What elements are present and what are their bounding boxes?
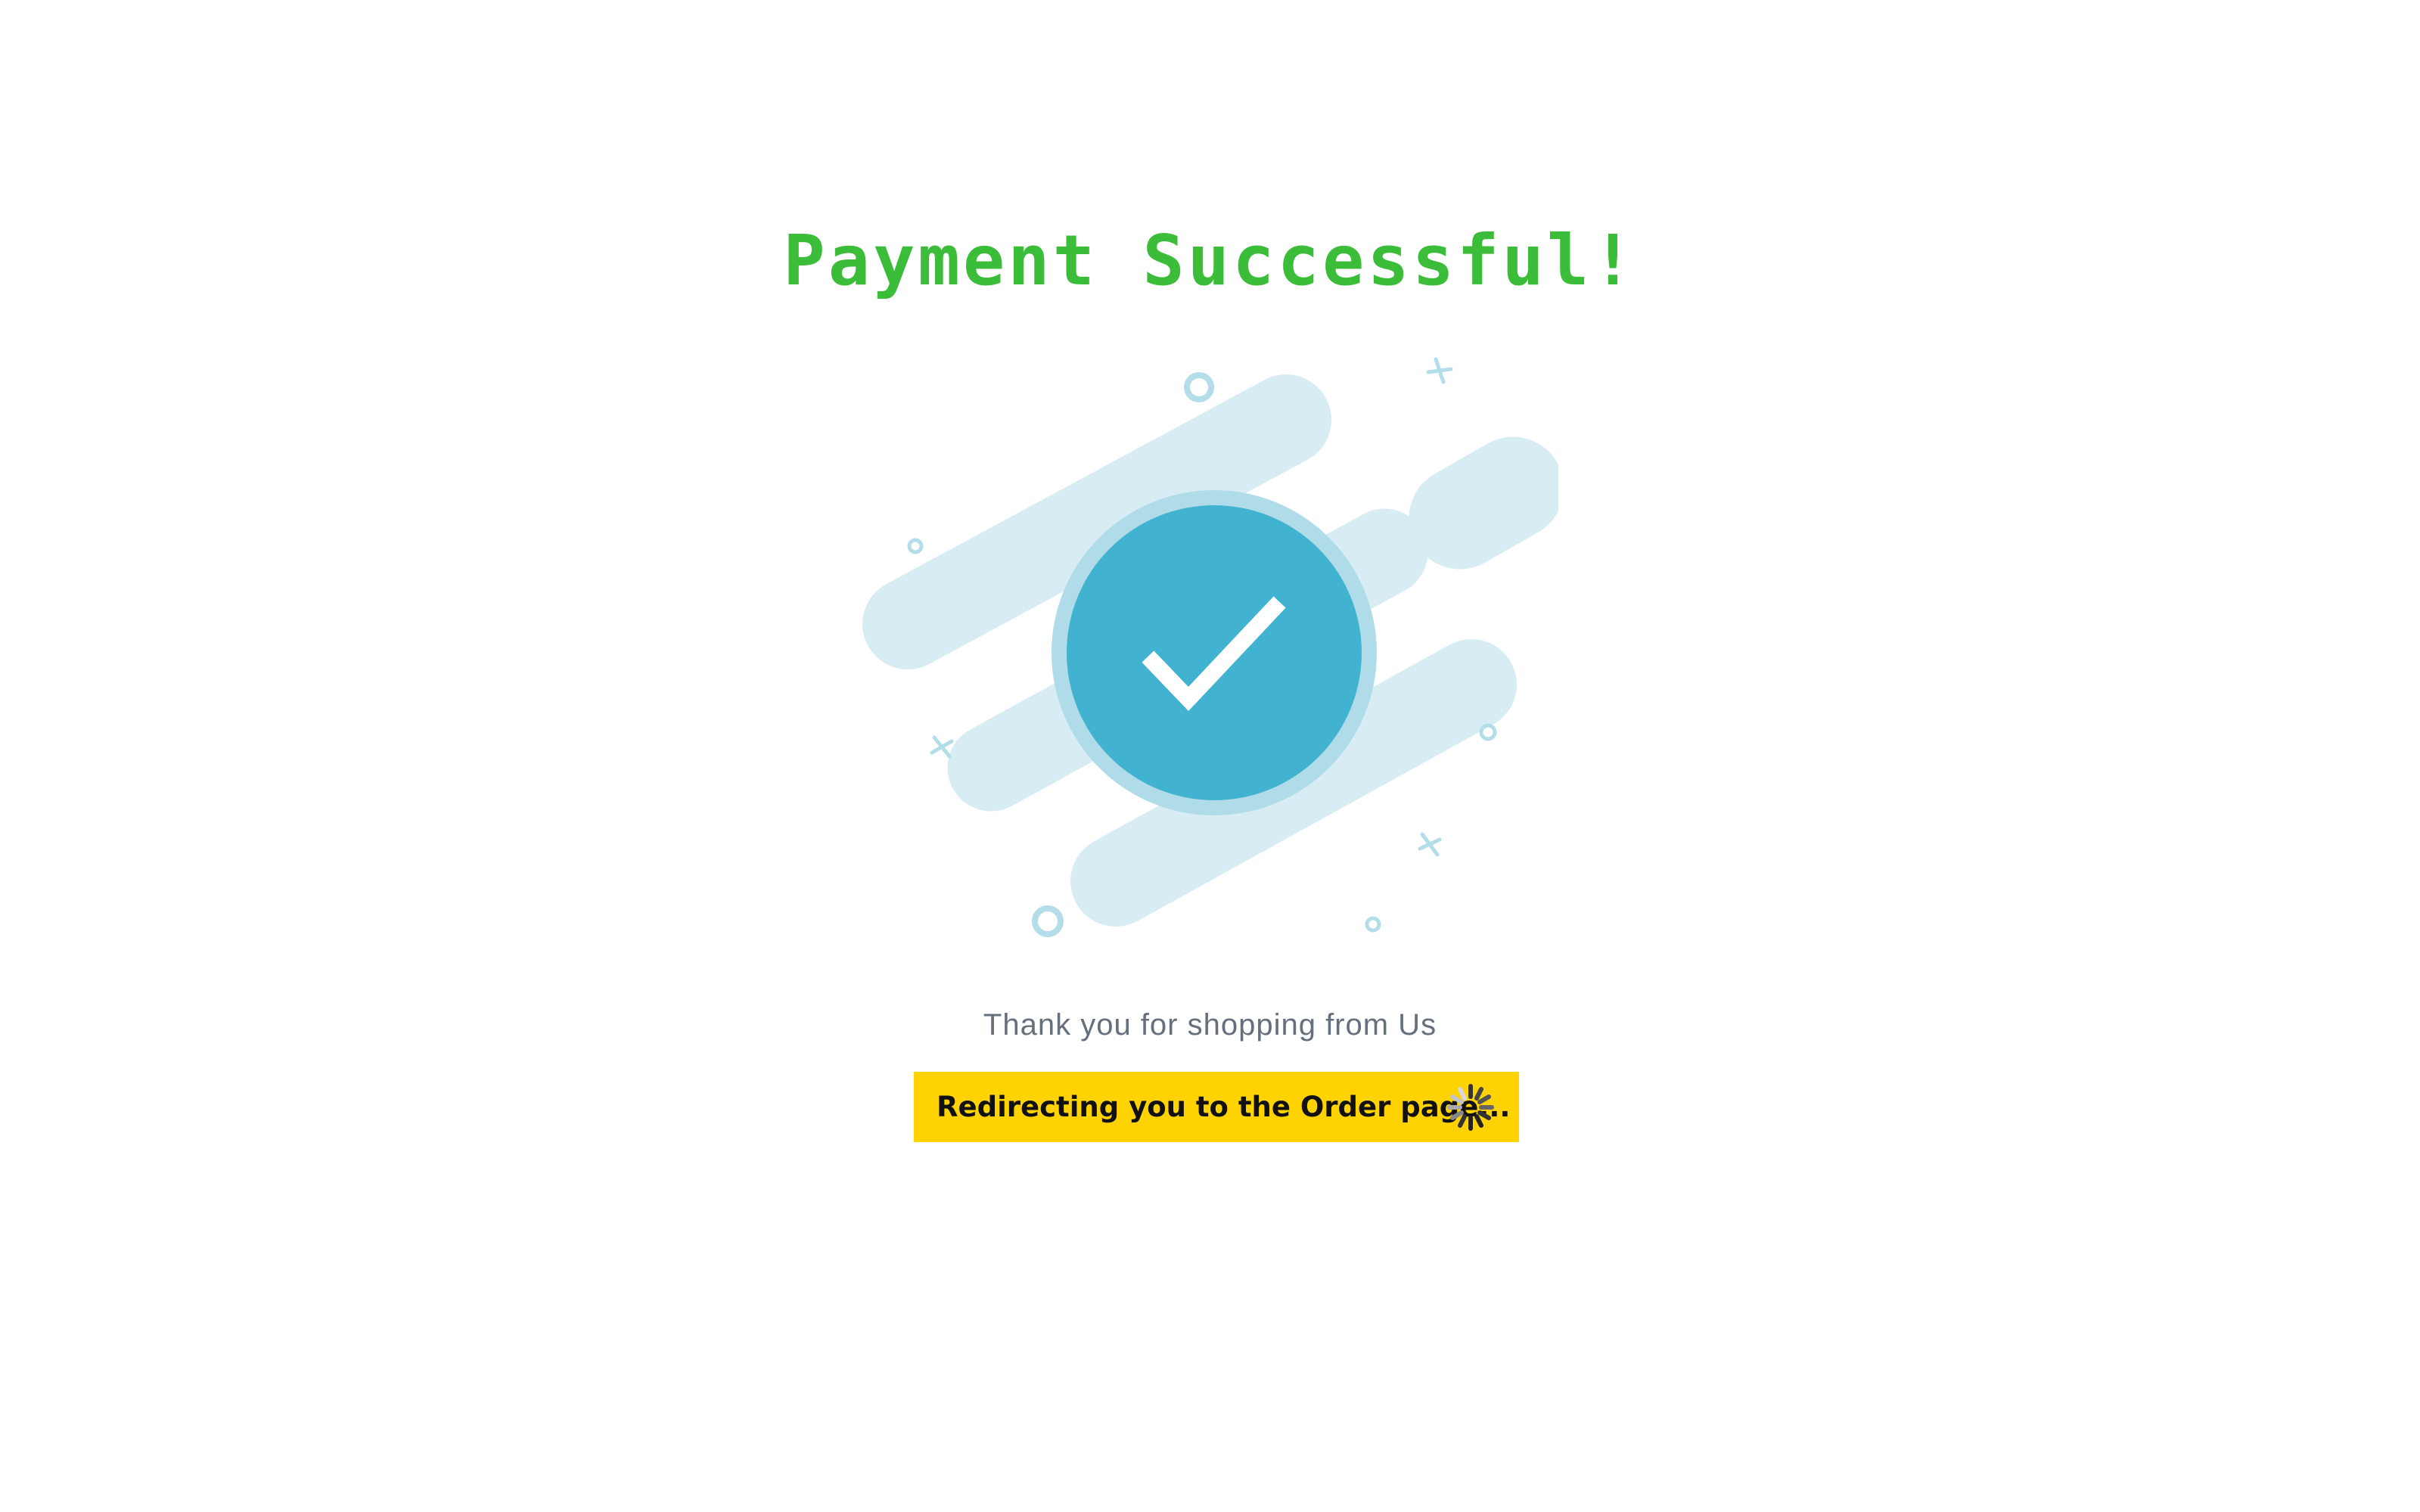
payment-success-page: Payment Successful! Thank you for shoppi… <box>0 0 2420 1512</box>
check-circle-icon <box>862 357 1558 937</box>
thanks-message: Thank you for shopping from Us <box>983 1008 1437 1042</box>
page-title: Payment Successful! <box>783 220 1637 301</box>
success-illustration <box>862 333 1558 953</box>
redirect-banner: Redirecting you to the Order page... <box>914 1072 1519 1142</box>
redirect-message: Redirecting you to the Order page... <box>937 1091 1511 1123</box>
spinner-icon <box>1445 1082 1496 1133</box>
